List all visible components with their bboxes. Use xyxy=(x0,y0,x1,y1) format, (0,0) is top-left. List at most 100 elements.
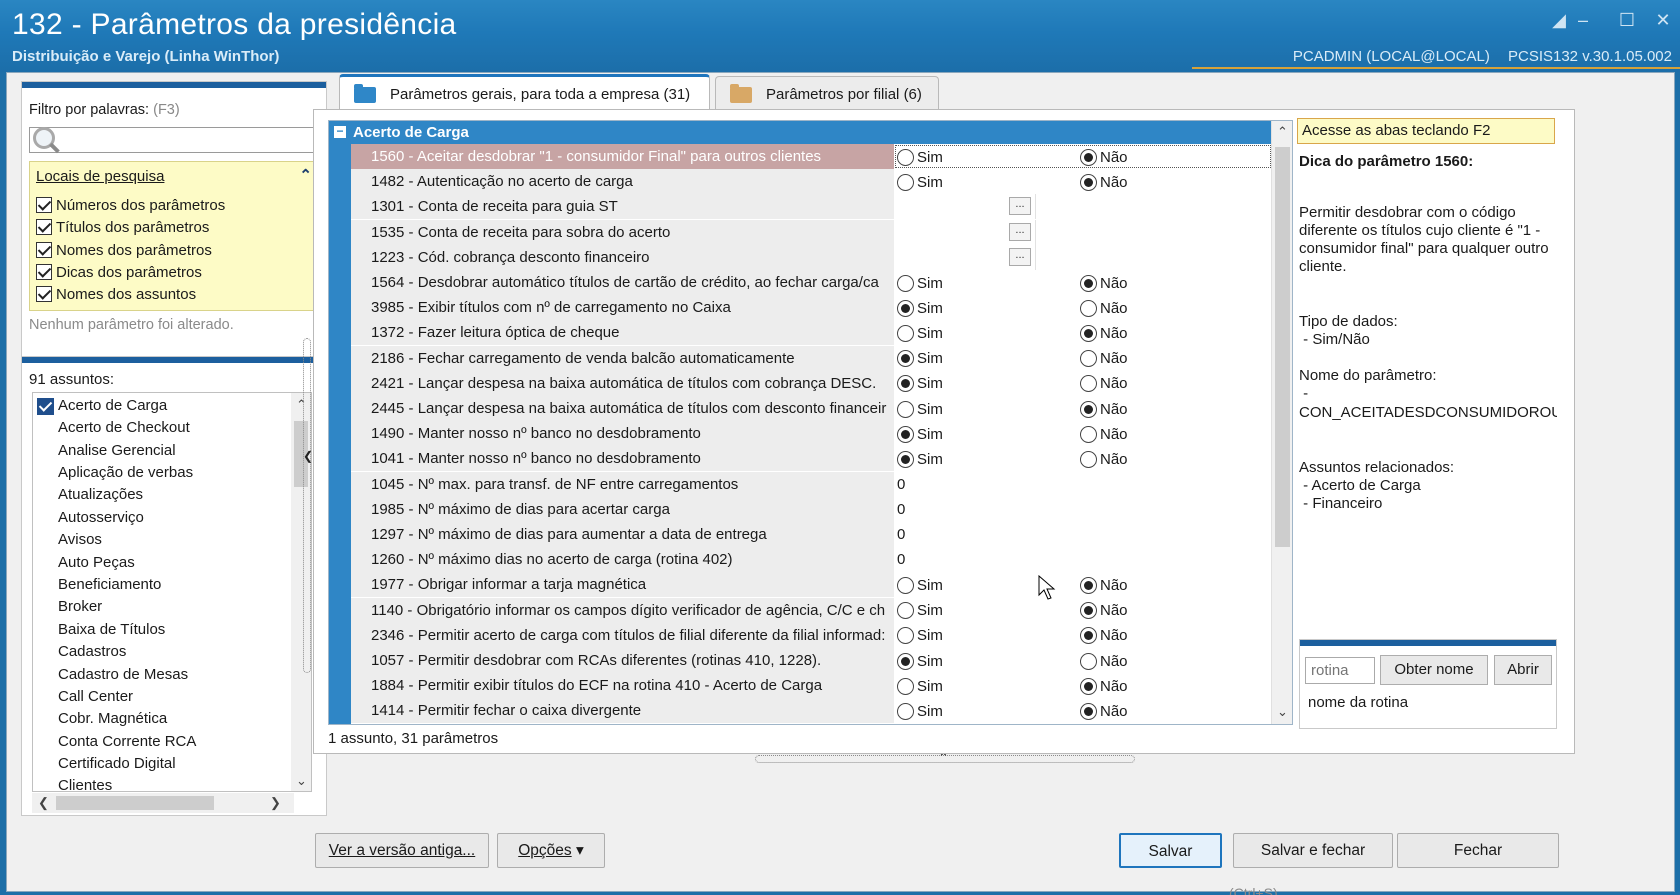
radio-nao[interactable]: Não xyxy=(1080,274,1128,292)
radio-sim[interactable]: Sim xyxy=(897,324,943,342)
table-row[interactable]: 1372 - Fazer leitura óptica de cheque Sim… xyxy=(351,320,1272,346)
param-value[interactable]: Sim Não xyxy=(894,144,1272,169)
ellipsis-button[interactable]: ... xyxy=(1009,222,1031,241)
table-row[interactable]: 1140 - Obrigatório informar os campos dí… xyxy=(351,597,1272,623)
table-row[interactable]: 1414 - Permitir fechar o caixa divergent… xyxy=(351,698,1272,724)
numeric-value[interactable]: 0 xyxy=(897,522,905,547)
list-item[interactable]: Broker xyxy=(58,596,102,618)
radio-nao[interactable]: Não xyxy=(1080,425,1128,443)
radio-nao[interactable]: Não xyxy=(1080,576,1128,594)
table-row[interactable]: 1564 - Desdobrar automático títulos de c… xyxy=(351,270,1272,295)
radio-nao[interactable]: Não xyxy=(1080,652,1128,670)
minimize-icon[interactable]: – xyxy=(1570,10,1596,31)
param-value[interactable]: 0 xyxy=(894,522,1272,547)
tab-general-parameters[interactable]: Parâmetros gerais, para toda a empresa (… xyxy=(339,74,710,112)
table-row[interactable]: 1482 - Autenticação no acerto de carga Si… xyxy=(351,169,1272,195)
radio-sim[interactable]: Sim xyxy=(897,299,943,317)
collapse-icon[interactable]: ⌃ xyxy=(299,166,312,184)
scroll-down-icon[interactable]: ⌄ xyxy=(1277,704,1288,720)
scroll-up-icon[interactable]: ⌃ xyxy=(1277,124,1288,140)
table-row[interactable]: 1057 - Permitir desdobrar com RCAs difer… xyxy=(351,648,1272,673)
param-value[interactable]: ... xyxy=(894,194,1272,220)
search-input[interactable] xyxy=(29,127,321,154)
param-value[interactable]: Sim Não xyxy=(894,345,1272,371)
tab-branch-parameters[interactable]: Parâmetros por filial (6) xyxy=(715,76,939,112)
param-value[interactable]: ... xyxy=(894,219,1272,245)
collapse-left-icon[interactable]: ❮ xyxy=(303,449,313,463)
maximize-icon[interactable]: ☐ xyxy=(1614,10,1640,31)
grid-scrollbar[interactable]: ⌃ ⌄ xyxy=(1271,121,1292,724)
restore-icon[interactable]: ◢ xyxy=(1546,10,1572,31)
table-row[interactable]: 1260 - Nº máximo dias no acerto de carga… xyxy=(351,547,1272,573)
param-value[interactable]: Sim Não xyxy=(894,446,1272,472)
param-value[interactable]: Sim Não xyxy=(894,169,1272,195)
table-row[interactable]: 1490 - Manter nosso nº banco no desdobra… xyxy=(351,421,1272,447)
radio-nao[interactable]: Não xyxy=(1080,324,1128,342)
radio-sim[interactable]: Sim xyxy=(897,576,943,594)
scroll-left-icon[interactable]: ❮ xyxy=(38,795,49,811)
param-value[interactable]: Sim Não xyxy=(894,421,1272,447)
collapse-group-icon[interactable]: − xyxy=(334,125,346,138)
radio-nao[interactable]: Não xyxy=(1080,400,1128,418)
group-header[interactable]: − Acerto de Carga xyxy=(329,121,1272,144)
radio-sim[interactable]: Sim xyxy=(897,702,943,720)
radio-sim[interactable]: Sim xyxy=(897,148,943,166)
checkbox-param-tips[interactable]: Dicas dos parâmetros xyxy=(36,262,202,282)
list-item[interactable]: Atualizações xyxy=(58,484,143,506)
list-item[interactable]: Avisos xyxy=(58,529,102,551)
radio-nao[interactable]: Não xyxy=(1080,148,1128,166)
table-row[interactable]: 1535 - Conta de receita para sobra do ac… xyxy=(351,219,1272,245)
get-name-button[interactable]: Obter nome xyxy=(1380,655,1488,685)
ellipsis-button[interactable]: ... xyxy=(1009,247,1031,266)
table-row[interactable]: 1223 - Cód. cobrança desconto financeiro… xyxy=(351,244,1272,270)
list-item[interactable]: Beneficiamento xyxy=(58,574,161,596)
radio-sim[interactable]: Sim xyxy=(897,400,943,418)
radio-sim[interactable]: Sim xyxy=(897,677,943,695)
table-row[interactable]: 1297 - Nº máximo de dias para aumentar a… xyxy=(351,522,1272,547)
table-row[interactable]: 3985 - Exibir títulos com nº de carregam… xyxy=(351,295,1272,321)
radio-nao[interactable]: Não xyxy=(1080,375,1128,393)
close-icon[interactable]: ✕ xyxy=(1650,10,1676,31)
numeric-value[interactable]: 0 xyxy=(897,497,905,522)
bottom-splitter[interactable]: ⌃ xyxy=(755,750,1135,765)
list-item[interactable]: Certificado Digital xyxy=(58,753,176,775)
checkbox-subject-names[interactable]: Nomes dos assuntos xyxy=(36,284,196,304)
close-button[interactable]: Fechar xyxy=(1397,833,1559,868)
radio-nao[interactable]: Não xyxy=(1080,350,1128,368)
list-item[interactable]: Analise Gerencial xyxy=(58,440,176,462)
table-row[interactable]: 2421 - Lançar despesa na baixa automátic… xyxy=(351,370,1272,396)
left-splitter[interactable]: ❮ xyxy=(303,338,313,673)
list-item[interactable]: Clientes xyxy=(58,775,112,791)
lookup-cell[interactable]: ... xyxy=(894,219,1036,245)
radio-sim[interactable]: Sim xyxy=(897,274,943,292)
radio-sim[interactable]: Sim xyxy=(897,652,943,670)
radio-nao[interactable]: Não xyxy=(1080,677,1128,695)
save-button[interactable]: Salvar xyxy=(1119,833,1222,868)
radio-nao[interactable]: Não xyxy=(1080,602,1128,620)
param-value[interactable]: Sim Não xyxy=(894,295,1272,321)
rotina-input[interactable] xyxy=(1305,657,1375,684)
list-item[interactable]: Acerto de Checkout xyxy=(58,417,190,439)
save-and-close-button[interactable]: Salvar e fechar xyxy=(1233,833,1393,868)
list-item[interactable]: Conta Corrente RCA xyxy=(58,731,196,753)
lookup-cell[interactable]: ... xyxy=(894,194,1036,220)
table-row[interactable]: 1301 - Conta de receita para guia ST... xyxy=(351,194,1272,220)
old-version-button[interactable]: Ver a versão antiga... xyxy=(315,833,489,868)
subjects-hscrollbar[interactable]: ❮ ❯ xyxy=(32,793,294,813)
ellipsis-button[interactable]: ... xyxy=(1009,197,1031,216)
subjects-list[interactable]: Acerto de Carga Acerto de Checkout Anali… xyxy=(32,392,312,792)
options-button[interactable]: Opções ▾ xyxy=(497,833,605,868)
param-value[interactable]: Sim Não xyxy=(894,370,1272,396)
scroll-thumb[interactable] xyxy=(1275,147,1290,547)
checkbox-param-names[interactable]: Nomes dos parâmetros xyxy=(36,240,212,260)
table-row[interactable]: 2346 - Permitir acerto de carga com títu… xyxy=(351,622,1272,648)
radio-sim[interactable]: Sim xyxy=(897,425,943,443)
param-value[interactable]: Sim Não xyxy=(894,673,1272,699)
param-value[interactable]: Sim Não xyxy=(894,698,1272,724)
list-item[interactable]: Cadastro de Mesas xyxy=(58,664,188,686)
list-item[interactable]: Baixa de Títulos xyxy=(58,619,165,641)
numeric-value[interactable]: 0 xyxy=(897,547,905,572)
param-value[interactable]: ... xyxy=(894,244,1272,270)
list-item[interactable]: Aplicação de verbas xyxy=(58,462,193,484)
list-item[interactable]: Autosserviço xyxy=(58,507,144,529)
